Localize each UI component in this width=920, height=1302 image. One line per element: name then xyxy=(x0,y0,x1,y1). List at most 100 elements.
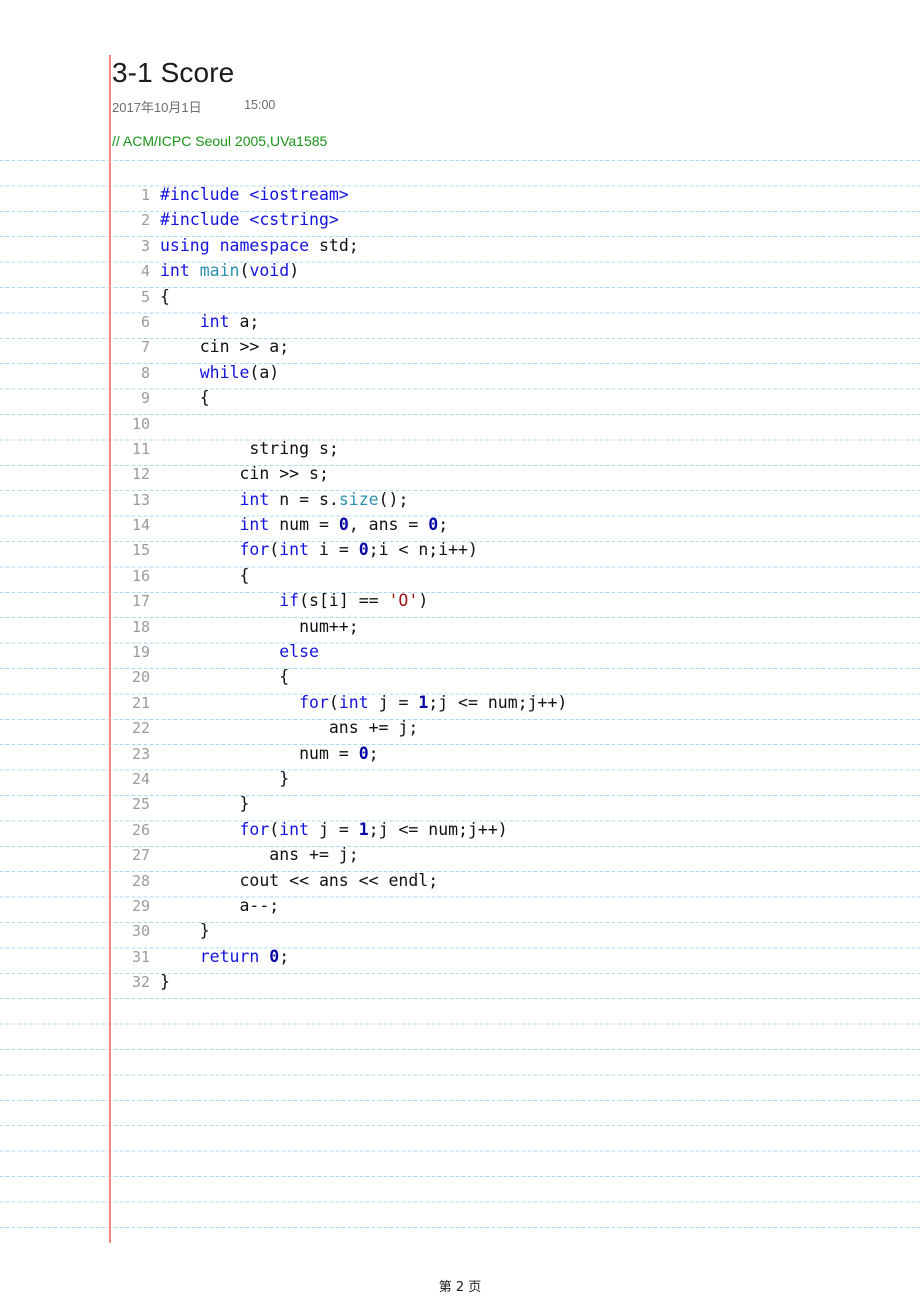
code-line[interactable]: 32} xyxy=(112,969,902,994)
code-line-number: 11 xyxy=(131,439,150,458)
code-line-number: 8 xyxy=(140,363,150,382)
code-line-source: { xyxy=(160,388,210,408)
note-date: 2017年10月1日 xyxy=(112,100,202,115)
code-line-source: if(s[i] == 'O') xyxy=(279,591,429,611)
code-line-source: using namespace std; xyxy=(160,235,359,255)
code-line[interactable]: 8 while(a) xyxy=(112,360,902,385)
code-line[interactable]: 24 } xyxy=(112,766,902,791)
code-line-source: } xyxy=(160,921,210,941)
code-line[interactable]: 23 num = 0; xyxy=(112,741,902,766)
code-line[interactable]: 13 int n = s.size(); xyxy=(112,487,902,512)
code-line[interactable]: 17 if(s[i] == 'O') xyxy=(112,588,902,613)
code-line-source: { xyxy=(160,286,170,306)
code-line[interactable]: 10 xyxy=(112,411,902,436)
code-line[interactable]: 9 { xyxy=(112,385,902,410)
code-line-source: a--; xyxy=(160,895,280,915)
code-line-source: int a; xyxy=(199,311,260,331)
code-line-number: 18 xyxy=(131,617,150,636)
code-line[interactable]: 7 cin >> a; xyxy=(112,334,902,359)
code-line[interactable]: 29 a--; xyxy=(112,893,902,918)
code-line-source: } xyxy=(160,794,250,814)
page-title: 3-1 Score xyxy=(112,57,235,88)
code-line-number: 16 xyxy=(131,566,150,585)
code-line[interactable]: 21 for(int j = 1;j <= num;j++) xyxy=(112,690,902,715)
code-line-source: { xyxy=(160,667,290,687)
code-line[interactable]: 22 ans += j; xyxy=(112,715,902,740)
code-line-source: cin >> s; xyxy=(160,464,329,484)
code-line-source: #include <iostream> xyxy=(160,185,349,204)
code-line[interactable]: 28 cout << ans << endl; xyxy=(112,868,902,893)
code-line[interactable]: 12 cin >> s; xyxy=(112,461,902,486)
code-line[interactable]: 31 return 0; xyxy=(112,944,902,969)
code-line[interactable]: 6 int a; xyxy=(112,309,902,334)
code-line[interactable]: 1 #include <iostream> xyxy=(112,182,902,207)
page-footer: 第 2 页 xyxy=(438,1280,482,1295)
code-line[interactable]: 27 ans += j; xyxy=(112,842,902,867)
code-line[interactable]: 2 #include <cstring> xyxy=(112,207,902,232)
code-line-source: else xyxy=(279,642,319,662)
code-line-source: int n = s.size(); xyxy=(239,489,409,509)
code-line-number: 7 xyxy=(140,338,150,357)
notebook-page: 3-1 Score 2017年10月1日 15:00 // ACM/ICPC S… xyxy=(0,0,920,1302)
code-line-source: int main(void) xyxy=(160,261,300,281)
code-line[interactable]: 26 for(int j = 1;j <= num;j++) xyxy=(112,817,902,842)
code-line-number: 9 xyxy=(140,389,150,408)
code-line-number: 20 xyxy=(131,668,150,687)
code-line-source: { xyxy=(160,565,250,585)
code-line-number: 26 xyxy=(131,820,150,839)
code-line-number: 22 xyxy=(131,719,150,738)
code-line[interactable]: 18 num++; xyxy=(112,614,902,639)
code-listing[interactable]: 1 #include <iostream> 2 #include <cstring> 3… xyxy=(112,182,902,995)
code-line-number: 19 xyxy=(131,643,150,662)
note-metadata: 2017年10月1日 15:00 xyxy=(112,97,872,117)
code-line-source: #include <cstring> xyxy=(160,210,339,230)
code-line-number: 10 xyxy=(131,414,150,433)
note-header: 3-1 Score 2017年10月1日 15:00 // ACM/ICPC S… xyxy=(112,55,872,149)
code-line[interactable]: 19 else xyxy=(112,639,902,664)
red-margin-line xyxy=(109,55,111,1243)
code-line[interactable]: 20 { xyxy=(112,664,902,689)
code-line-source: cin >> a; xyxy=(160,337,290,357)
code-line-number: 30 xyxy=(131,922,150,941)
code-line-source: while(a) xyxy=(199,362,280,382)
code-line-number: 12 xyxy=(131,465,150,484)
code-line[interactable]: 3 using namespace std; xyxy=(112,233,902,258)
code-line-source: return 0; xyxy=(199,946,290,966)
code-line-source: num++; xyxy=(160,616,359,636)
code-line-source: string s; xyxy=(160,438,339,458)
code-line[interactable]: 4 int main(void) xyxy=(112,258,902,283)
code-line-source: for(int j = 1;j <= num;j++) xyxy=(299,692,568,712)
code-line-number: 29 xyxy=(131,896,150,915)
code-line-source: cout << ans << endl; xyxy=(160,870,439,890)
code-line-number: 1 xyxy=(140,186,150,204)
code-line-number: 15 xyxy=(131,541,150,560)
code-line-number: 25 xyxy=(131,795,150,814)
code-line[interactable]: 30 } xyxy=(112,918,902,943)
code-line-source: for(int i = 0;i < n;i++) xyxy=(239,540,478,560)
code-line[interactable]: 14 int num = 0, ans = 0; xyxy=(112,512,902,537)
code-line-number: 17 xyxy=(131,592,150,611)
code-line[interactable]: 25 } xyxy=(112,791,902,816)
code-line-number: 31 xyxy=(131,947,150,966)
code-line[interactable]: 11 string s; xyxy=(112,436,902,461)
source-comment: // ACM/ICPC Seoul 2005,UVa1585 xyxy=(112,133,328,149)
code-line-source: ans += j; xyxy=(160,718,419,738)
code-line-number: 5 xyxy=(140,287,150,306)
code-line[interactable]: 16 { xyxy=(112,563,902,588)
code-line-number: 2 xyxy=(140,211,150,230)
code-line-number: 13 xyxy=(131,490,150,509)
code-line-source: } xyxy=(160,768,290,788)
code-line[interactable]: 15 for(int i = 0;i < n;i++) xyxy=(112,537,902,562)
code-line-number: 27 xyxy=(131,846,150,865)
code-line-number: 24 xyxy=(131,769,150,788)
code-line-number: 28 xyxy=(131,871,150,890)
code-line-source: ans += j; xyxy=(160,845,359,865)
code-line-number: 3 xyxy=(140,236,150,255)
note-time: 15:00 xyxy=(244,98,276,112)
code-line-number: 23 xyxy=(131,744,150,763)
code-line-number: 4 xyxy=(140,262,150,281)
code-line[interactable]: 5{ xyxy=(112,284,902,309)
code-line-source: } xyxy=(160,972,170,992)
code-line-source: num = 0; xyxy=(160,743,379,763)
code-line-number: 21 xyxy=(131,693,150,712)
